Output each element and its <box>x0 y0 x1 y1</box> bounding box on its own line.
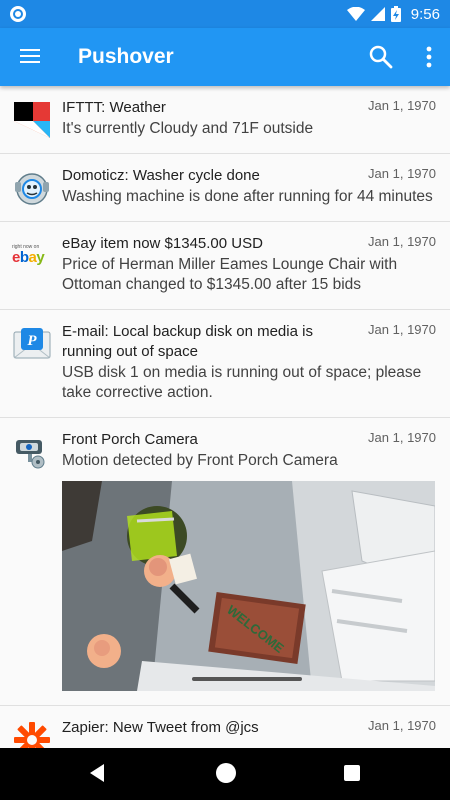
message-date: Jan 1, 1970 <box>368 166 436 181</box>
home-icon[interactable] <box>216 763 236 783</box>
message-item[interactable]: Domoticz: Washer cycle done Jan 1, 1970 … <box>0 154 450 222</box>
more-options-icon[interactable] <box>424 44 434 70</box>
battery-charging-icon <box>390 6 401 22</box>
message-item[interactable]: Zapier: New Tweet from @jcs Jan 1, 1970 <box>0 706 450 748</box>
domoticz-icon <box>15 173 49 205</box>
ebay-icon: right now on ebay <box>12 244 52 284</box>
recents-icon[interactable] <box>344 765 360 781</box>
pushover-notification-icon <box>10 6 26 22</box>
message-item[interactable]: IFTTT: Weather Jan 1, 1970 It's currentl… <box>0 86 450 154</box>
svg-text:P: P <box>27 333 37 349</box>
message-date: Jan 1, 1970 <box>368 322 436 337</box>
message-date: Jan 1, 1970 <box>368 98 436 113</box>
message-item[interactable]: P E-mail: Local backup disk on media is … <box>0 310 450 418</box>
menu-icon[interactable] <box>20 47 42 65</box>
ifttt-icon <box>14 102 50 138</box>
navigation-bar <box>0 748 450 800</box>
status-bar: 9:56 <box>0 0 450 28</box>
camera-icon <box>16 440 45 469</box>
zapier-icon <box>14 722 50 748</box>
message-body: USB disk 1 on media is running out of sp… <box>62 364 422 401</box>
wifi-icon <box>346 7 365 21</box>
message-date: Jan 1, 1970 <box>368 234 436 249</box>
message-date: Jan 1, 1970 <box>368 718 436 733</box>
message-list[interactable]: IFTTT: Weather Jan 1, 1970 It's currentl… <box>0 86 450 748</box>
camera-snapshot-image: WELCOME <box>62 481 435 691</box>
message-body: Motion detected by Front Porch Camera <box>62 452 338 469</box>
message-item[interactable]: right now on ebay eBay item now $1345.00… <box>0 222 450 310</box>
email-icon: P <box>13 328 51 359</box>
signal-icon <box>370 7 385 21</box>
camera-snapshot[interactable]: WELCOME <box>62 481 435 691</box>
message-item[interactable]: Front Porch Camera Jan 1, 1970 Motion de… <box>0 418 450 706</box>
back-icon[interactable] <box>90 764 104 782</box>
app-title: Pushover <box>78 45 174 68</box>
message-body: Washing machine is done after running fo… <box>62 188 433 205</box>
clock: 9:56 <box>410 5 440 23</box>
message-body: Price of Herman Miller Eames Lounge Chai… <box>62 256 398 293</box>
app-bar: Pushover <box>0 28 450 86</box>
message-body: It's currently Cloudy and 71F outside <box>62 120 314 137</box>
search-icon[interactable] <box>368 44 394 70</box>
ebay-logo: ebay <box>12 249 45 266</box>
message-date: Jan 1, 1970 <box>368 430 436 445</box>
